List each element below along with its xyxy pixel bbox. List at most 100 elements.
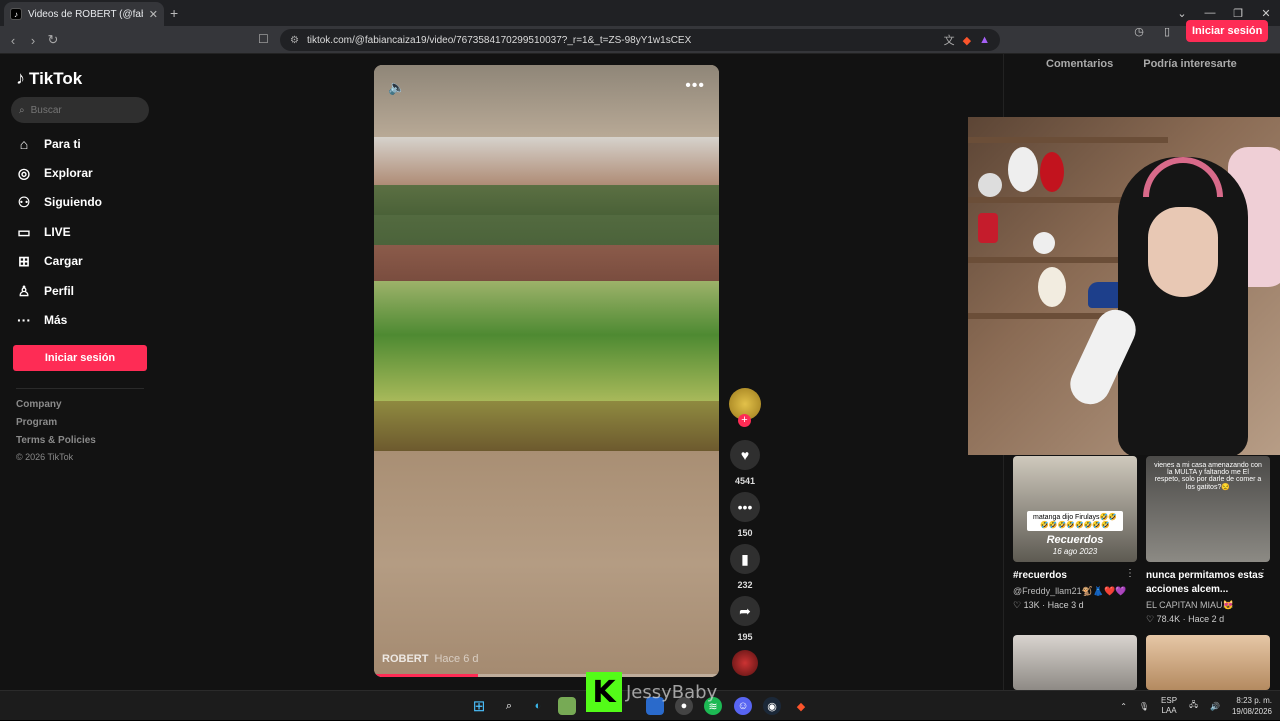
volume-icon[interactable]: 🔈 <box>388 79 405 96</box>
video-player[interactable]: 🔈 ••• ROBERT Hace 6 d <box>374 65 719 677</box>
thumbnail-title: Recuerdos <box>1046 534 1104 546</box>
steam-icon[interactable]: ◉ <box>763 697 781 715</box>
video-frame-soil <box>374 451 719 677</box>
share-arrow-icon: ➦ <box>739 602 751 619</box>
recommended-card[interactable]: vienes a mi casa amenazando con la MULTA… <box>1146 456 1270 625</box>
search-input[interactable] <box>30 104 131 116</box>
follow-plus-icon[interactable]: + <box>738 414 751 427</box>
phone-app-icon[interactable]: ▯ <box>1158 22 1176 40</box>
edge-icon[interactable]: ◐ <box>529 697 547 715</box>
nav-item-live[interactable]: ▭ LIVE <box>16 224 70 240</box>
recommended-thumbnail[interactable]: vienes a mi casa amenazando con la MULTA… <box>1146 456 1270 562</box>
clock-date: 19/08/2026 <box>1231 707 1272 716</box>
streamer-face <box>1148 207 1218 297</box>
like-count: 4541 <box>734 476 756 486</box>
copyright: © 2026 TikTok <box>16 452 74 462</box>
url-text[interactable]: tiktok.com/@fabiancaiza19/video/76735841… <box>307 35 936 46</box>
recommended-author[interactable]: EL CAPITAN MIAU😻 <box>1146 600 1270 611</box>
nav-item-cargar[interactable]: ⊞ Cargar <box>16 253 83 269</box>
footer-link-terms[interactable]: Terms & Policies <box>16 435 96 446</box>
new-tab-icon[interactable]: + <box>170 5 178 21</box>
tab-title: Videos de ROBERT (@fabiancaiza19) <box>28 8 143 20</box>
tab-podria-interesarte[interactable]: Podría interesarte <box>1143 58 1237 70</box>
back-icon[interactable]: ‹ <box>4 31 22 49</box>
video-author[interactable]: ROBERT <box>382 653 428 665</box>
streamer-webcam <box>968 117 1280 455</box>
translate-icon[interactable]: 文 <box>944 32 955 48</box>
network-icon[interactable]: 🖧 <box>1189 699 1198 713</box>
clock-time: 8:23 p. m. <box>1236 696 1272 705</box>
bookmark-icon[interactable]: ☐ <box>258 32 269 46</box>
more-options-icon[interactable]: ••• <box>685 77 705 95</box>
nav-label: Para ti <box>44 137 81 151</box>
windows-start-icon[interactable]: ⊞ <box>470 697 488 715</box>
show-hidden-icon[interactable]: ⌃ <box>1120 702 1127 711</box>
video-time: Hace 6 d <box>434 653 479 665</box>
recommended-card[interactable]: matanga dijo Firulays🤣🤣🤣🤣🤣🤣🤣🤣🤣🤣 Recuerdo… <box>1013 456 1137 611</box>
forward-icon[interactable]: › <box>24 31 42 49</box>
tab-close-icon[interactable]: ✕ <box>149 8 158 21</box>
recommended-thumbnail[interactable] <box>1013 635 1137 690</box>
nav-item-mas[interactable]: ··· Más <box>16 312 67 328</box>
recommended-thumbnail[interactable] <box>1146 635 1270 690</box>
microphone-icon[interactable]: 🎙 <box>1139 702 1149 711</box>
brave-icon[interactable]: ◆ <box>792 697 810 715</box>
header-login-button[interactable]: Iniciar sesión <box>1186 20 1269 42</box>
brand-name: TikTok <box>29 68 83 88</box>
language-indicator[interactable]: ESP LAA <box>1161 696 1177 716</box>
brave-shield-icon[interactable]: ◆ <box>963 34 971 47</box>
music-disc-icon[interactable] <box>732 650 758 676</box>
nav-item-para-ti[interactable]: ⌂ Para ti <box>16 136 81 152</box>
brave-rewards-icon[interactable]: ▲ <box>979 34 990 46</box>
heart-icon: ♥ <box>740 447 750 463</box>
home-icon: ⌂ <box>19 136 29 152</box>
comment-button[interactable]: ••• <box>730 492 760 522</box>
video-frame-trees <box>374 185 719 245</box>
card-more-icon[interactable]: ⋮ <box>1258 568 1268 579</box>
nav-item-siguiendo[interactable]: ⚇ Siguiendo <box>16 194 102 210</box>
share-button[interactable]: ➦ <box>730 596 760 626</box>
footer-link-program[interactable]: Program <box>16 417 57 428</box>
video-progress-bar[interactable] <box>374 674 719 677</box>
sidebar: ♪ TikTok ⌕ ⌂ Para ti ◎ Explorar ⚇ Siguie… <box>0 54 160 690</box>
app-icon[interactable] <box>558 697 576 715</box>
profile-icon: ♙ <box>17 282 31 299</box>
recommended-title[interactable]: nunca permitamos estas acciones alcem... <box>1146 569 1270 597</box>
right-panel-tabs: Comentarios Podría interesarte <box>1046 58 1237 70</box>
thumbnail-caption: vienes a mi casa amenazando con la MULTA… <box>1154 462 1262 491</box>
footer-link-company[interactable]: Company <box>16 399 62 410</box>
search-box[interactable]: ⌕ <box>11 97 149 123</box>
coin-icon[interactable]: ◷ <box>1130 22 1148 40</box>
recommended-thumbnail[interactable]: matanga dijo Firulays🤣🤣🤣🤣🤣🤣🤣🤣🤣🤣 Recuerdo… <box>1013 456 1137 562</box>
recommended-author[interactable]: @Freddy_llam21🐒👗❤️💜 <box>1013 586 1137 597</box>
nav-item-perfil[interactable]: ♙ Perfil <box>16 283 74 299</box>
browser-tab[interactable]: ♪ Videos de ROBERT (@fabiancaiza19) ✕ <box>4 2 164 26</box>
volume-tray-icon[interactable]: 🔊 <box>1210 702 1220 711</box>
thumbnail-date: 16 ago 2023 <box>1052 547 1098 556</box>
plush-toy <box>1033 232 1055 254</box>
clock[interactable]: 8:23 p. m. 19/08/2026 <box>1232 695 1272 717</box>
system-tray: ⌃ 🎙 ESP LAA 🖧 🔊 8:23 p. m. 19/08/2026 <box>1120 691 1272 721</box>
tiktok-logo[interactable]: ♪ TikTok <box>16 68 82 89</box>
recommended-title[interactable]: #recuerdos <box>1013 569 1137 583</box>
nav-item-explorar[interactable]: ◎ Explorar <box>16 165 93 181</box>
discord-icon[interactable]: ☺ <box>734 697 752 715</box>
shelf <box>968 137 1168 143</box>
likes-heart-icon: ♡ <box>1146 614 1155 624</box>
address-toolbar: ‹ › ↻ ⚙ tiktok.com/@fabiancaiza19/video/… <box>0 26 1280 72</box>
recommended-meta: ♡ 13K · Hace 3 d <box>1013 600 1084 610</box>
url-bar[interactable]: ⚙ tiktok.com/@fabiancaiza19/video/767358… <box>280 29 1000 51</box>
reload-icon[interactable]: ↻ <box>44 31 62 49</box>
card-more-icon[interactable]: ⋮ <box>1125 568 1135 579</box>
login-button[interactable]: Iniciar sesión <box>13 345 147 371</box>
nav-label: Explorar <box>44 166 93 180</box>
recommended-card[interactable] <box>1146 635 1270 690</box>
site-info-icon[interactable]: ⚙ <box>290 35 299 46</box>
save-button[interactable]: ▮ <box>730 544 760 574</box>
video-frame-ridge <box>374 401 719 451</box>
like-button[interactable]: ♥ <box>730 440 760 470</box>
recommended-card[interactable] <box>1013 635 1137 690</box>
browser-tab-bar: ♪ Videos de ROBERT (@fabiancaiza19) ✕ + … <box>0 0 1280 26</box>
taskbar-search-icon[interactable]: ⌕ <box>500 697 518 715</box>
tab-comentarios[interactable]: Comentarios <box>1046 58 1113 70</box>
